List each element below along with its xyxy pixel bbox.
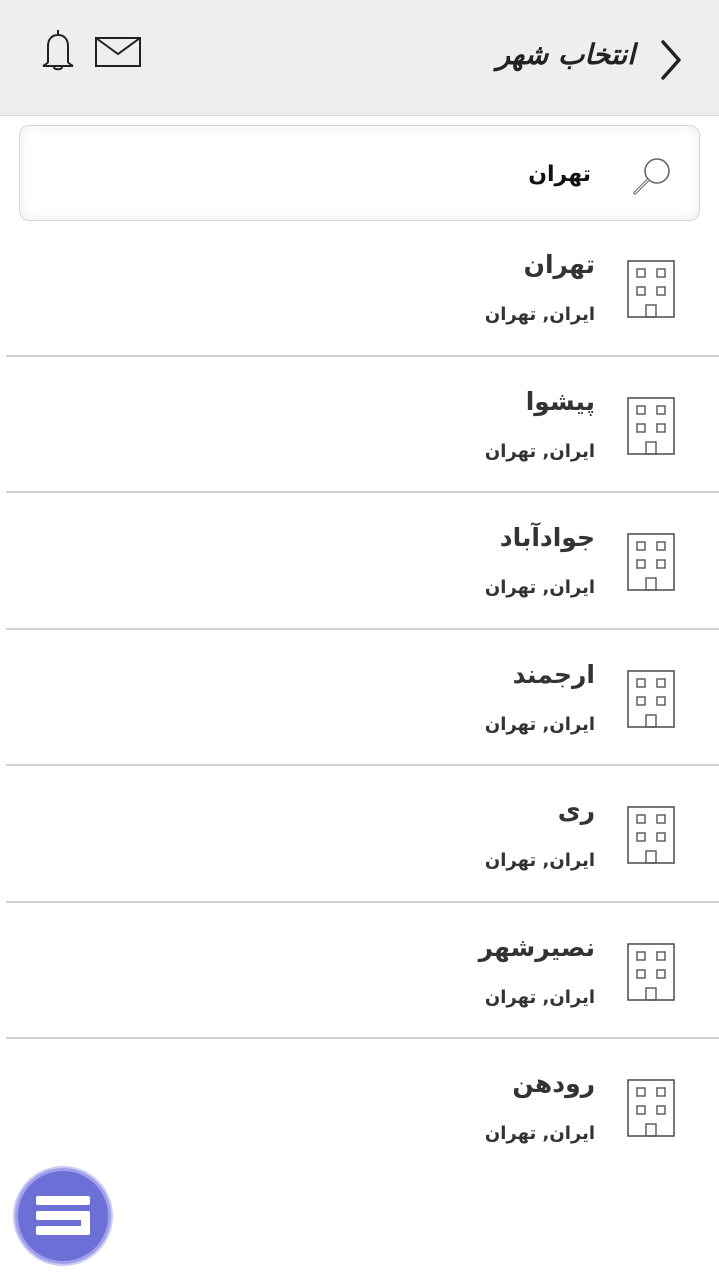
- list-item[interactable]: پیشوا ایران, تهران: [0, 357, 719, 493]
- list-item[interactable]: ارجمند ایران, تهران: [0, 630, 719, 766]
- city-name: ری: [557, 796, 595, 825]
- building-icon: [627, 533, 675, 591]
- city-name: جوادآباد: [499, 523, 595, 552]
- building-icon: [627, 806, 675, 864]
- list-item[interactable]: تهران ایران, تهران: [0, 220, 719, 357]
- messages-button[interactable]: [94, 36, 142, 68]
- list-item[interactable]: رودهن ایران, تهران: [0, 1039, 719, 1176]
- bell-icon: [42, 30, 74, 71]
- search-box[interactable]: [19, 125, 700, 221]
- city-region: ایران, تهران: [484, 713, 595, 735]
- list-item[interactable]: جوادآباد ایران, تهران: [0, 493, 719, 630]
- list-item[interactable]: ری ایران, تهران: [0, 766, 719, 903]
- city-region: ایران, تهران: [484, 986, 595, 1008]
- building-icon: [627, 260, 675, 318]
- chevron-right-icon: [661, 40, 681, 80]
- building-icon: [627, 669, 675, 728]
- city-region: ایران, تهران: [484, 440, 595, 462]
- city-region: ایران, تهران: [484, 850, 595, 871]
- building-icon: [627, 1079, 675, 1137]
- city-region: ایران, تهران: [484, 304, 595, 325]
- city-results-list: تهران ایران, تهران پیشوا ایران, تهران جو…: [0, 220, 719, 1176]
- city-name: نصیرشهر: [478, 932, 595, 962]
- city-name: ارجمند: [512, 659, 595, 689]
- magnifier-icon[interactable]: [631, 156, 673, 196]
- search-input[interactable]: [71, 154, 591, 194]
- city-name: رودهن: [512, 1069, 595, 1098]
- building-icon: [627, 396, 675, 455]
- floating-menu-button[interactable]: [15, 1168, 111, 1264]
- back-button[interactable]: [657, 38, 685, 82]
- menu-logo-icon: [36, 1196, 90, 1235]
- building-icon: [627, 942, 675, 1001]
- city-name: تهران: [523, 250, 595, 279]
- city-region: ایران, تهران: [484, 577, 595, 598]
- list-item[interactable]: نصیرشهر ایران, تهران: [0, 903, 719, 1039]
- city-region: ایران, تهران: [484, 1123, 595, 1144]
- notifications-button[interactable]: [40, 28, 76, 72]
- app-header: انتخاب شهر: [0, 0, 719, 116]
- page-title: انتخاب شهر: [496, 38, 635, 71]
- city-name: پیشوا: [525, 386, 595, 416]
- envelope-icon: [95, 37, 141, 67]
